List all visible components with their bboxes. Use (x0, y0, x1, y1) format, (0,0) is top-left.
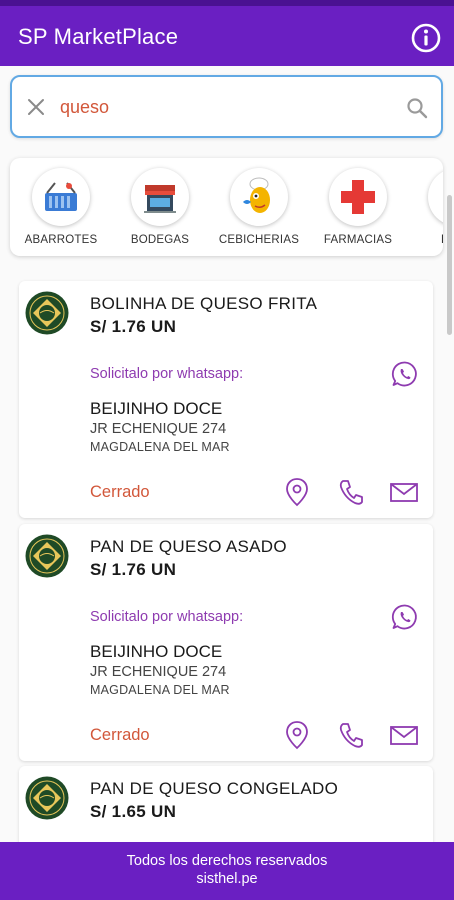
footer-site: sisthel.pe (196, 871, 258, 887)
clear-icon[interactable] (26, 97, 46, 117)
product-card[interactable]: BOLINHA DE QUESO FRITA S/ 1.76 UN Solici… (19, 281, 433, 518)
location-pin-icon[interactable] (283, 477, 311, 507)
whatsapp-label: Solicitalo por whatsapp: (90, 366, 244, 382)
store-address: JR ECHENIQUE 274 (90, 664, 227, 680)
category-cebicherias[interactable]: CEBICHERIAS (209, 168, 309, 246)
category-label: CEBICHERIAS (218, 234, 300, 246)
category-carousel[interactable]: ABARROTES BODEGAS CEBICHERIAS FARMACIAS (10, 158, 443, 256)
product-name: PAN DE QUESO ASADO (90, 537, 287, 556)
product-price: S/ 1.76 UN (90, 317, 177, 336)
category-label: FARMACIAS (323, 234, 393, 246)
whatsapp-icon[interactable] (391, 360, 419, 388)
footer-copyright: Todos los derechos reservados (126, 853, 328, 869)
product-name: BOLINHA DE QUESO FRITA (90, 294, 318, 313)
store-logo (25, 291, 69, 335)
store-name: BEIJINHO DOCE (90, 399, 223, 418)
info-icon[interactable] (410, 22, 442, 54)
store-district: MAGDALENA DEL MAR (90, 683, 230, 697)
whatsapp-label: Solicitalo por whatsapp: (90, 609, 244, 625)
category-bodegas[interactable]: BODEGAS (110, 168, 210, 246)
category-abarrotes[interactable]: ABARROTES (11, 168, 111, 246)
store-logo (25, 776, 69, 820)
product-card[interactable]: PAN DE QUESO ASADO S/ 1.76 UN Solicitalo… (19, 524, 433, 761)
storefront-icon (131, 168, 189, 226)
search-input[interactable] (60, 91, 390, 123)
store-logo (25, 534, 69, 578)
store-district: MAGDALENA DEL MAR (90, 440, 230, 454)
store-name: BEIJINHO DOCE (90, 642, 223, 661)
app-title: SP MarketPlace (18, 24, 179, 49)
red-cross-icon (329, 168, 387, 226)
whatsapp-icon[interactable] (391, 603, 419, 631)
product-price: S/ 1.76 UN (90, 560, 177, 579)
email-icon[interactable] (389, 477, 419, 507)
search-bar (10, 75, 443, 138)
category-ferreterias[interactable]: FERR (407, 168, 443, 246)
footer: Todos los derechos reservados sisthel.pe (0, 842, 454, 900)
product-price: S/ 1.65 UN (90, 802, 177, 821)
status-label: Cerrado (90, 726, 150, 744)
phone-icon[interactable] (337, 477, 365, 507)
category-label: ABARROTES (24, 234, 98, 246)
groceries-basket-icon (32, 168, 90, 226)
scrollbar[interactable] (447, 195, 452, 335)
phone-icon[interactable] (337, 720, 365, 750)
category-farmacias[interactable]: FARMACIAS (308, 168, 408, 246)
chef-fish-icon (230, 168, 288, 226)
category-label: BODEGAS (130, 234, 190, 246)
product-name: PAN DE QUESO CONGELADO (90, 779, 339, 798)
store-address: JR ECHENIQUE 274 (90, 421, 227, 437)
hardware-icon (428, 168, 443, 226)
status-label: Cerrado (90, 483, 150, 501)
location-pin-icon[interactable] (283, 720, 311, 750)
search-icon[interactable] (405, 96, 429, 120)
email-icon[interactable] (389, 720, 419, 750)
app-bar: SP MarketPlace (0, 0, 454, 66)
category-label: FERR (407, 234, 443, 246)
